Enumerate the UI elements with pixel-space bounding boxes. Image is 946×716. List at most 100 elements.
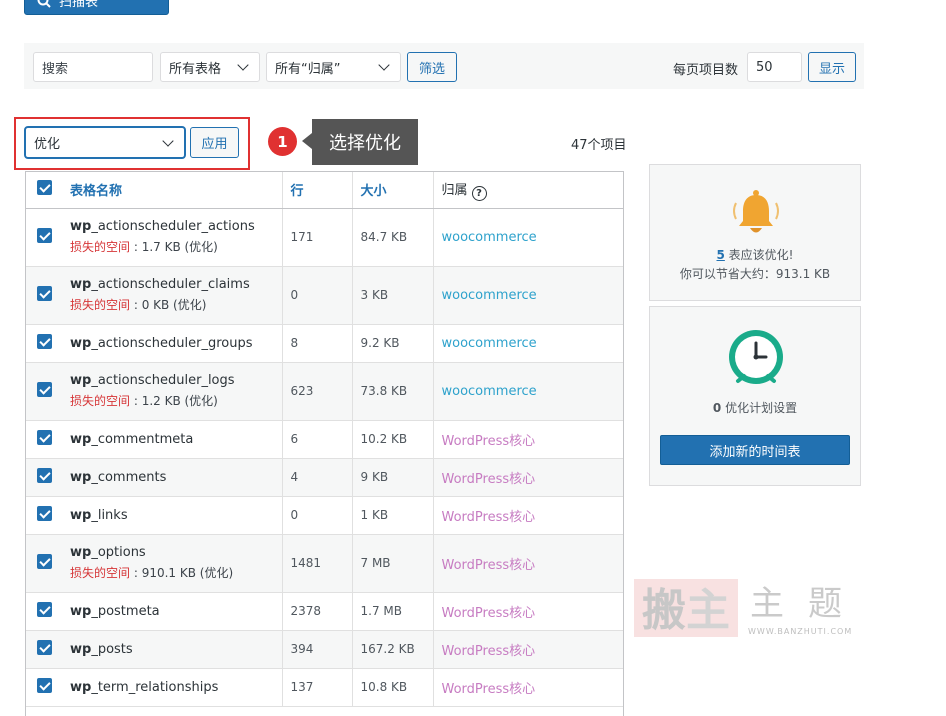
- schedule-count: 0: [712, 401, 722, 415]
- lost-space-value: 910.1 KB (优化): [141, 566, 234, 580]
- owner-link[interactable]: woocommerce: [442, 336, 537, 351]
- table-name-cell: wp_term_relationships: [62, 668, 282, 707]
- row-checkbox[interactable]: [37, 430, 52, 445]
- scan-tables-button[interactable]: 扫描表: [24, 0, 169, 15]
- per-page-input[interactable]: 50: [747, 52, 802, 82]
- table-row: wp_commentmeta 6 10.2 KB WordPress核心: [26, 420, 623, 459]
- table-size-cell: 84.7 KB: [351, 208, 433, 267]
- table-prefix: wp: [70, 469, 92, 485]
- table-row: wp_actionscheduler_groups 8 9.2 KB woocomme…: [26, 324, 623, 363]
- row-checkbox-cell: [26, 362, 62, 421]
- table-size-cell: 9.2 KB: [351, 324, 433, 363]
- table-name: wp_options: [70, 545, 274, 560]
- table-prefix: wp: [70, 335, 92, 351]
- table-suffix: _actionscheduler_logs: [91, 373, 235, 388]
- column-header-size[interactable]: 大小: [351, 172, 433, 209]
- table-rows-cell: 137: [281, 668, 352, 707]
- table-name: wp_term_relationships: [70, 680, 274, 695]
- row-checkbox[interactable]: [37, 506, 52, 521]
- table-name: wp_comments: [70, 470, 274, 485]
- row-checkbox[interactable]: [37, 286, 52, 301]
- select-all-cell: [26, 172, 62, 209]
- table-rows-cell: 8: [281, 324, 352, 363]
- table-suffix: _actionscheduler_claims: [91, 277, 250, 292]
- lost-space-value: 1.2 KB (优化): [141, 394, 218, 408]
- apply-button[interactable]: 应用: [190, 127, 239, 158]
- row-checkbox[interactable]: [37, 468, 52, 483]
- row-checkbox[interactable]: [37, 382, 52, 397]
- step-badge: 1: [268, 127, 297, 156]
- lost-space-line: 损失的空间 : 1.2 KB (优化): [70, 394, 218, 408]
- owner-link[interactable]: WordPress核心: [442, 510, 536, 525]
- row-checkbox[interactable]: [37, 640, 52, 655]
- row-checkbox-cell: [26, 324, 62, 363]
- lost-space-label: 损失的空间: [70, 298, 131, 312]
- table-filter-value: 所有表格: [169, 61, 222, 77]
- owner-link[interactable]: WordPress核心: [442, 682, 536, 697]
- row-checkbox[interactable]: [37, 554, 52, 569]
- owner-link[interactable]: woocommerce: [442, 288, 537, 303]
- table-row: wp_posts 394 167.2 KB WordPress核心: [26, 630, 623, 669]
- table-row: wp_links 0 1 KB WordPress核心: [26, 496, 623, 535]
- item-count: 47个项目: [571, 138, 627, 153]
- lost-space-value: 0 KB (优化): [141, 298, 207, 312]
- show-button[interactable]: 显示: [808, 52, 856, 82]
- scan-tables-label: 扫描表: [59, 0, 99, 10]
- owner-link[interactable]: WordPress核心: [442, 606, 536, 621]
- table-suffix: _commentmeta: [91, 431, 194, 447]
- row-checkbox[interactable]: [37, 228, 52, 243]
- owner-filter-select[interactable]: 所有“归属”: [266, 52, 401, 82]
- owner-link[interactable]: WordPress核心: [442, 644, 536, 659]
- schedule-panel: 0 优化计划设置 添加新的时间表: [649, 306, 861, 486]
- table-name: wp_links: [70, 508, 274, 523]
- table-rows-cell: 171: [281, 208, 352, 267]
- owner-link[interactable]: woocommerce: [442, 384, 537, 399]
- row-checkbox[interactable]: [37, 334, 52, 349]
- owner-link[interactable]: WordPress核心: [442, 558, 536, 573]
- owner-filter-value: 所有“归属”: [275, 61, 341, 77]
- search-input[interactable]: 搜索: [33, 52, 153, 82]
- row-checkbox[interactable]: [37, 678, 52, 693]
- table-suffix: _posts: [91, 641, 133, 657]
- table-rows-cell: 0: [281, 266, 352, 325]
- per-page-value: 50: [756, 59, 773, 75]
- table-name-cell: wp_actionscheduler_actions 损失的空间 : 1.7 KB…: [62, 208, 282, 267]
- table-owner-cell: WordPress核心: [432, 458, 623, 497]
- table-owner-cell: woocommerce: [432, 208, 623, 267]
- table-name-cell: wp_actionscheduler_logs 损失的空间 : 1.2 KB (优…: [62, 362, 282, 421]
- select-all-checkbox[interactable]: [37, 180, 52, 196]
- table-size-cell: 167.2 KB: [351, 630, 433, 669]
- table-size-cell: 73.8 KB: [351, 362, 433, 421]
- add-schedule-button[interactable]: 添加新的时间表: [660, 435, 850, 465]
- table-prefix: wp: [70, 603, 92, 619]
- bell-icon: [733, 190, 779, 233]
- column-header-rows[interactable]: 行: [281, 172, 352, 209]
- owner-link[interactable]: WordPress核心: [442, 434, 536, 449]
- table-name: wp_actionscheduler_logs: [70, 373, 274, 388]
- table-suffix: _term_relationships: [91, 679, 219, 695]
- table-row: wp_actionscheduler_actions 损失的空间 : 1.7 KB…: [26, 208, 623, 267]
- optimize-count-link[interactable]: 5: [717, 248, 725, 262]
- owner-link[interactable]: woocommerce: [442, 230, 537, 245]
- table-name: wp_postmeta: [70, 604, 274, 619]
- row-checkbox[interactable]: [37, 602, 52, 617]
- svg-text:搬: 搬: [642, 585, 686, 636]
- table-prefix: wp: [70, 431, 92, 447]
- table-suffix: _postmeta: [91, 603, 160, 619]
- table-prefix: wp: [70, 507, 92, 523]
- table-owner-cell: woocommerce: [432, 324, 623, 363]
- row-checkbox-cell: [26, 208, 62, 267]
- lost-space-label: 损失的空间: [70, 394, 131, 408]
- owner-link[interactable]: WordPress核心: [442, 472, 536, 487]
- table-suffix: _links: [91, 507, 128, 523]
- lost-space-line: 损失的空间 : 0 KB (优化): [70, 298, 207, 312]
- bulk-action-select[interactable]: 优化: [25, 127, 185, 158]
- column-header-name[interactable]: 表格名称: [62, 172, 282, 209]
- table-rows-cell: 4: [281, 458, 352, 497]
- filter-button[interactable]: 筛选: [407, 52, 457, 82]
- table-filter-select[interactable]: 所有表格: [160, 52, 260, 82]
- chevron-down-icon: [378, 59, 390, 71]
- table-prefix: wp: [70, 545, 92, 560]
- help-icon[interactable]: ?: [471, 185, 487, 201]
- table-name-cell: wp_options 损失的空间 : 910.1 KB (优化): [62, 534, 282, 593]
